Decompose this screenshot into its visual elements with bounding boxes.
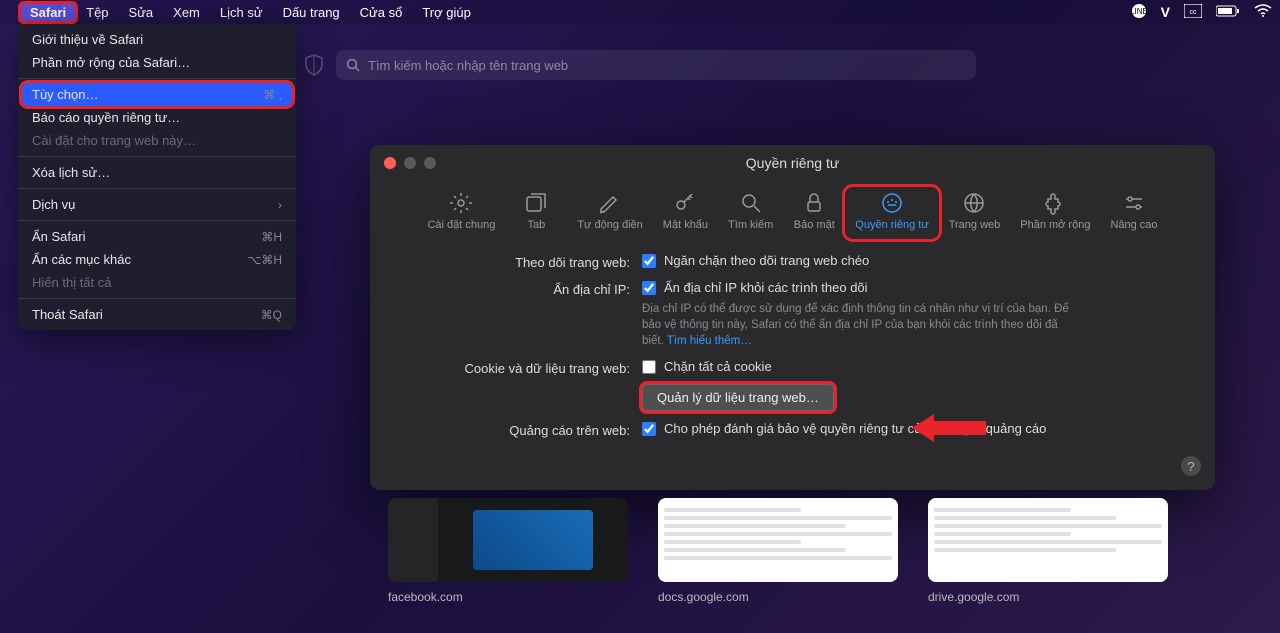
separator — [18, 188, 296, 189]
menu-help[interactable]: Trợ giúp — [412, 3, 481, 22]
tab-security[interactable]: Bảo mật — [783, 187, 845, 239]
menu-file[interactable]: Tệp — [76, 3, 118, 22]
battery-icon[interactable] — [1216, 4, 1240, 20]
favorites-thumbnails: facebook.com docs.google.com drive.googl… — [388, 498, 1168, 604]
svg-text:cc: cc — [1190, 9, 1198, 16]
menu-history[interactable]: Lịch sử — [210, 3, 273, 22]
shortcut: ⌘H — [261, 230, 282, 244]
address-search-bar[interactable]: Tìm kiếm hoặc nhập tên trang web — [336, 50, 976, 80]
tab-search[interactable]: Tìm kiếm — [718, 187, 783, 239]
tab-privacy[interactable]: Quyền riêng tư — [845, 187, 938, 239]
label-tracking: Theo dõi trang web: — [394, 253, 642, 270]
label-hide-ip: Ẩn địa chỉ IP: — [394, 280, 642, 297]
manage-website-data-button[interactable]: Quản lý dữ liệu trang web… — [642, 384, 834, 411]
menu-clear-history[interactable]: Xóa lịch sử… — [18, 161, 296, 184]
menu-site-settings: Cài đặt cho trang web này… — [18, 129, 296, 152]
link-learn-more[interactable]: Tìm hiểu thêm… — [667, 335, 752, 347]
chevron-right-icon: › — [278, 198, 282, 212]
checkbox-block-cookies[interactable]: Chặn tất cả cookie — [642, 359, 1191, 374]
checkbox-cross-site-tracking[interactable]: Ngăn chặn theo dõi trang web chéo — [642, 253, 1191, 268]
tab-passwords[interactable]: Mật khẩu — [653, 187, 718, 239]
thumb-label: facebook.com — [388, 590, 628, 604]
thumb-preview — [658, 498, 898, 582]
tab-autofill[interactable]: Tự động điền — [567, 187, 652, 239]
thumb-label: docs.google.com — [658, 590, 898, 604]
thumb-facebook[interactable]: facebook.com — [388, 498, 628, 604]
separator — [18, 156, 296, 157]
line-icon[interactable]: LINE — [1131, 3, 1147, 22]
tab-websites[interactable]: Trang web — [939, 187, 1011, 239]
thumb-drive-google[interactable]: drive.google.com — [928, 498, 1168, 604]
checkbox-hide-ip[interactable]: Ẩn địa chỉ IP khỏi các trình theo dõi — [642, 280, 1191, 295]
browser-toolbar: Tìm kiếm hoặc nhập tên trang web — [0, 38, 1280, 92]
thumb-label: drive.google.com — [928, 590, 1168, 604]
menu-quit-safari[interactable]: Thoát Safari⌘Q — [18, 303, 296, 326]
menu-show-all: Hiển thị tất cả — [18, 271, 296, 294]
help-button[interactable]: ? — [1181, 456, 1201, 476]
tab-tabs[interactable]: Tab — [505, 187, 567, 239]
thumb-preview — [388, 498, 628, 582]
tab-general[interactable]: Cài đặt chung — [417, 187, 505, 239]
menu-safari[interactable]: Safari — [20, 3, 76, 22]
menu-edit[interactable]: Sửa — [119, 3, 164, 22]
cc-icon[interactable]: cc — [1184, 4, 1202, 21]
shortcut: ⌘Q — [261, 308, 282, 322]
menu-view[interactable]: Xem — [163, 3, 210, 22]
wifi-icon[interactable] — [1254, 4, 1272, 21]
separator — [18, 298, 296, 299]
annotation-arrow-icon — [910, 408, 990, 448]
tab-extensions[interactable]: Phần mở rộng — [1010, 187, 1100, 239]
menubar-right: LINE V cc — [1131, 3, 1272, 22]
menu-bookmarks[interactable]: Dấu trang — [273, 3, 350, 22]
menubar: Safari Tệp Sửa Xem Lịch sử Dấu trang Cửa… — [0, 0, 1280, 24]
svg-text:LINE: LINE — [1131, 7, 1147, 16]
menu-hide-safari[interactable]: Ẩn Safari⌘H — [18, 225, 296, 248]
search-placeholder: Tìm kiếm hoặc nhập tên trang web — [368, 58, 568, 73]
thumb-preview — [928, 498, 1168, 582]
thumb-docs-google[interactable]: docs.google.com — [658, 498, 898, 604]
window-title: Quyền riêng tư — [370, 155, 1215, 171]
hint-hide-ip: Địa chỉ IP có thể được sử dụng để xác đị… — [642, 301, 1082, 349]
v-icon[interactable]: V — [1161, 4, 1170, 20]
prefs-body: Theo dõi trang web: Ngăn chặn theo dõi t… — [370, 239, 1215, 438]
separator — [18, 220, 296, 221]
menu-hide-others[interactable]: Ẩn các mục khác⌥⌘H — [18, 248, 296, 271]
tab-advanced[interactable]: Nâng cao — [1100, 187, 1167, 239]
prefs-tabbar: Cài đặt chung Tab Tự động điền Mật khẩu … — [370, 187, 1215, 239]
menu-window[interactable]: Cửa sổ — [350, 3, 413, 22]
shortcut: ⌥⌘H — [248, 253, 283, 267]
label-cookies: Cookie và dữ liệu trang web: — [394, 359, 642, 376]
search-icon — [346, 58, 360, 72]
label-web-ads: Quảng cáo trên web: — [394, 421, 642, 438]
menu-services[interactable]: Dịch vụ› — [18, 193, 296, 216]
menu-privacy-report[interactable]: Báo cáo quyền riêng tư… — [18, 106, 296, 129]
shield-icon[interactable] — [304, 54, 324, 76]
preferences-window: Quyền riêng tư Cài đặt chung Tab Tự động… — [370, 145, 1215, 490]
